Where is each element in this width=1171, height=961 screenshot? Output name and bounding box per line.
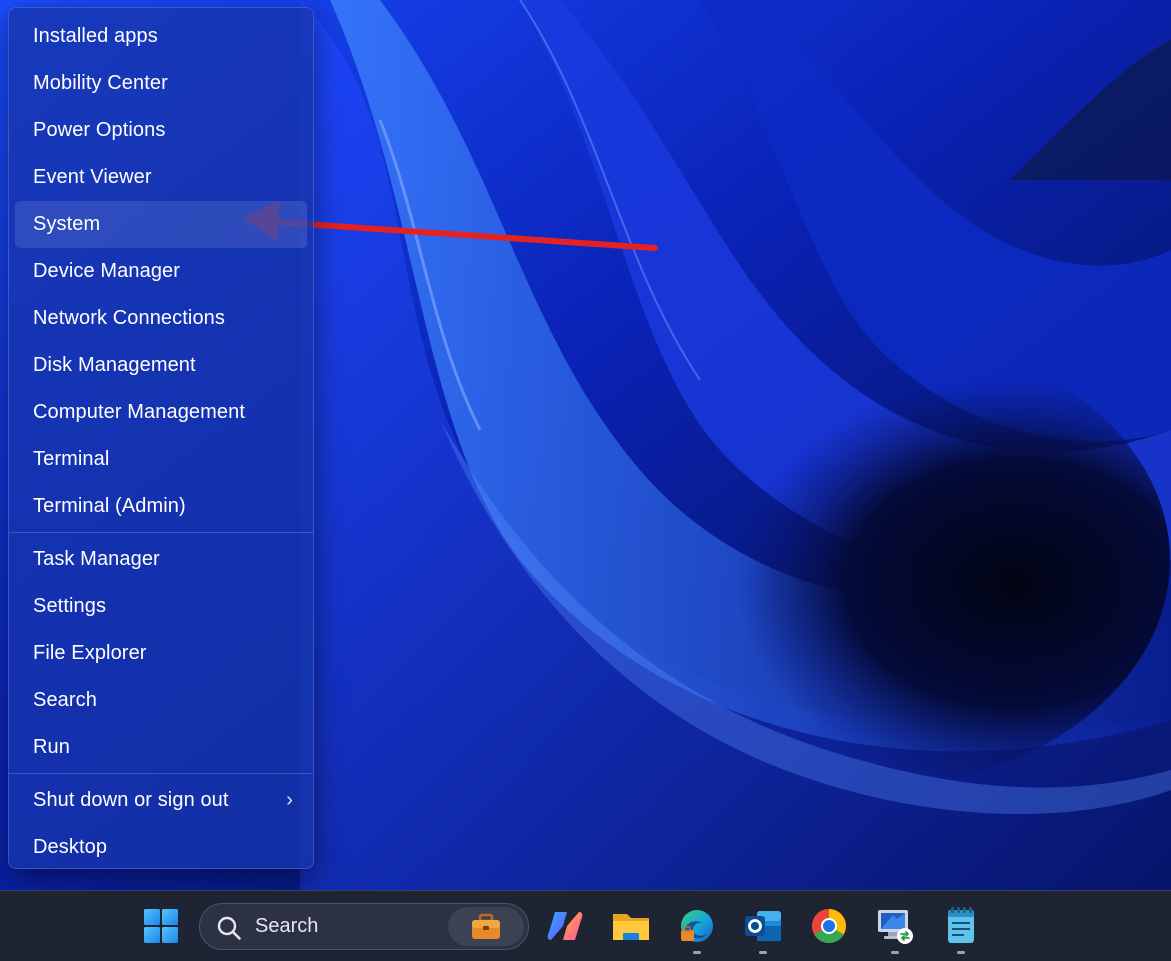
menu-item-power-options[interactable]: Power Options xyxy=(15,107,307,154)
copilot-taskbar-button[interactable] xyxy=(541,902,589,950)
file-explorer-taskbar-button[interactable] xyxy=(607,902,655,950)
menu-group-system-tools: Task Manager Settings File Explorer Sear… xyxy=(9,536,313,771)
menu-item-mobility-center[interactable]: Mobility Center xyxy=(15,60,307,107)
file-explorer-icon xyxy=(613,914,649,940)
outlook-icon xyxy=(745,911,781,941)
notepad-taskbar-button[interactable] xyxy=(937,902,985,954)
notepad-icon xyxy=(948,907,974,943)
running-indicator xyxy=(957,951,965,954)
menu-item-installed-apps[interactable]: Installed apps xyxy=(15,13,307,60)
running-indicator xyxy=(693,951,701,954)
menu-group-admin-tools: Installed apps Mobility Center Power Opt… xyxy=(9,13,313,530)
menu-item-network-connections[interactable]: Network Connections xyxy=(15,295,307,342)
menu-item-settings[interactable]: Settings xyxy=(15,583,307,630)
menu-separator xyxy=(9,532,313,533)
menu-item-task-manager[interactable]: Task Manager xyxy=(15,536,307,583)
work-briefcase-icon xyxy=(472,913,500,939)
edge-icon xyxy=(681,910,713,942)
search-icon xyxy=(217,916,241,940)
remote-desktop-icon xyxy=(878,910,913,944)
menu-separator xyxy=(9,773,313,774)
running-indicator xyxy=(759,951,767,954)
search-placeholder: Search xyxy=(255,915,319,937)
chrome-icon xyxy=(812,909,846,943)
menu-item-system[interactable]: System xyxy=(15,201,307,248)
menu-item-event-viewer[interactable]: Event Viewer xyxy=(15,154,307,201)
windows-start-icon xyxy=(144,909,178,943)
menu-item-desktop[interactable]: Desktop xyxy=(15,824,307,871)
taskbar-search-box[interactable]: Search xyxy=(199,903,529,950)
copilot-icon xyxy=(547,912,583,940)
menu-item-file-explorer[interactable]: File Explorer xyxy=(15,630,307,677)
chevron-right-icon: › xyxy=(286,789,293,811)
chrome-taskbar-button[interactable] xyxy=(805,902,853,950)
menu-item-terminal[interactable]: Terminal xyxy=(15,436,307,483)
start-button[interactable] xyxy=(137,902,185,950)
quick-link-menu: Installed apps Mobility Center Power Opt… xyxy=(8,7,314,869)
menu-item-device-manager[interactable]: Device Manager xyxy=(15,248,307,295)
edge-taskbar-button[interactable] xyxy=(673,902,721,954)
menu-item-shut-down-or-sign-out[interactable]: Shut down or sign out › xyxy=(15,777,307,824)
desktop[interactable]: Installed apps Mobility Center Power Opt… xyxy=(0,0,1171,890)
taskbar: Search xyxy=(0,890,1171,961)
menu-item-disk-management[interactable]: Disk Management xyxy=(15,342,307,389)
menu-item-terminal-admin[interactable]: Terminal (Admin) xyxy=(15,483,307,530)
running-indicator xyxy=(891,951,899,954)
outlook-taskbar-button[interactable] xyxy=(739,902,787,954)
remote-desktop-taskbar-button[interactable] xyxy=(871,902,919,954)
menu-item-label: Shut down or sign out xyxy=(33,789,229,811)
menu-item-search[interactable]: Search xyxy=(15,677,307,724)
menu-group-power: Shut down or sign out › Desktop xyxy=(9,777,313,871)
search-highlight-pill[interactable] xyxy=(448,907,524,946)
menu-item-run[interactable]: Run xyxy=(15,724,307,771)
menu-item-computer-management[interactable]: Computer Management xyxy=(15,389,307,436)
